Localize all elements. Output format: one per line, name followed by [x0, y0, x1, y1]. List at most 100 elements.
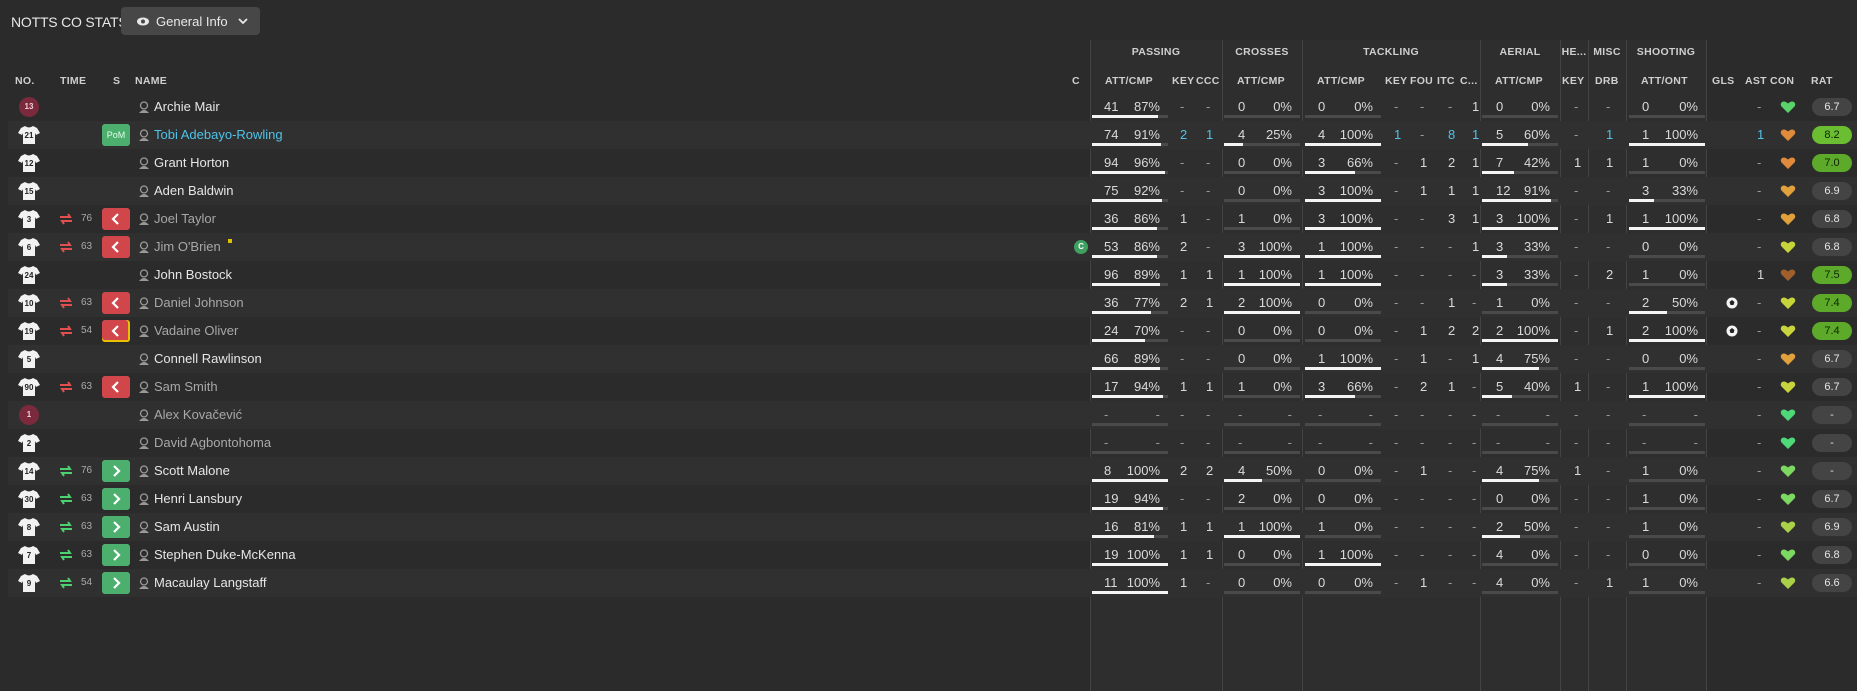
table-row[interactable]: 30 63 Henri Lansbury 19 94% - -2 0% 0 0% - - - -0 0% - -… [8, 485, 1857, 513]
player-name[interactable]: Vadaine Oliver [154, 317, 238, 345]
player-name[interactable]: Grant Horton [154, 149, 229, 177]
rating-badge: 8.2 [1812, 126, 1852, 144]
player-name[interactable]: Macaulay Langstaff [154, 569, 267, 597]
player-name[interactable]: Stephen Duke-McKenna [154, 541, 296, 569]
table-row[interactable]: 1 Alex Kovačević - - - - - - - - - - - - - - - - - - - - [8, 401, 1857, 429]
passing-completion-bar-fill [1092, 395, 1164, 398]
aerial-completion-bar [1482, 143, 1558, 146]
column-header-pass-key[interactable]: KEY [1172, 75, 1195, 87]
table-row[interactable]: 2 David Agbontohoma - - - - - - - - - - - - - - - - - - - - [8, 429, 1857, 457]
column-header-aer-att-cmp[interactable]: ATT/CMP [1495, 75, 1543, 87]
passing-completion-bar [1092, 367, 1168, 370]
substituted-on-badge[interactable] [102, 572, 130, 594]
column-header-shot-att-ont[interactable]: ATT/ONT [1641, 75, 1688, 87]
view-dropdown[interactable]: General Info [121, 7, 260, 35]
substituted-on-badge[interactable] [102, 544, 130, 566]
table-row[interactable]: 90 63 Sam Smith 17 94% 1 1 1 0% 3 66% -2 1-5 40% 1-1 10… [8, 373, 1857, 401]
column-header-pass-ccc[interactable]: CCC [1196, 75, 1220, 87]
column-header-pass-att-cmp[interactable]: ATT/CMP [1105, 75, 1153, 87]
player-name[interactable]: Archie Mair [154, 93, 220, 121]
group-header-tackling: TACKLING [1363, 46, 1419, 58]
player-name[interactable]: Sam Smith [154, 373, 218, 401]
assists: - [1757, 575, 1762, 590]
column-header-tack-att-cmp[interactable]: ATT/CMP [1317, 75, 1365, 87]
column-header-he-key[interactable]: KEY [1562, 75, 1585, 87]
table-row[interactable]: 6 63 Jim O'Brien C 53 86% 2-3 100% 1 100% - - -1 3 33%… [8, 233, 1857, 261]
table-row[interactable]: 14 76 Scott Malone 8 100% 2 2 4 50% 0 0% -1- -4 75% 1-… [8, 457, 1857, 485]
substituted-on-badge[interactable] [102, 488, 130, 510]
tackles-key: - [1394, 547, 1399, 562]
tackles-key: - [1394, 379, 1399, 394]
column-header-tack-key[interactable]: KEY [1385, 75, 1408, 87]
player-name[interactable]: Alex Kovačević [154, 401, 242, 429]
column-header-s[interactable]: S [113, 75, 120, 87]
rating-badge: - [1812, 462, 1852, 480]
column-header-tack-c[interactable]: C... [1460, 75, 1478, 87]
player-name[interactable]: Scott Malone [154, 457, 230, 485]
player-name[interactable]: Aden Baldwin [154, 177, 234, 205]
table-row[interactable]: 13 Archie Mair 41 87% - -0 0% 0 0% - - -1 0 0% - -0 0% -6… [8, 93, 1857, 121]
table-row[interactable]: 19 54 Vadaine Oliver 24 70% - -0 0% 0 0% -1 2 2 2 100%… [8, 317, 1857, 345]
player-name[interactable]: Connell Rawlinson [154, 345, 262, 373]
squad-number: 30 [24, 495, 34, 504]
clearances: - [1472, 379, 1477, 394]
rating-badge: 6.7 [1812, 378, 1852, 396]
column-header-tack-itc[interactable]: ITC [1437, 75, 1455, 87]
table-row[interactable]: 7 63 Stephen Duke-McKenna 19 100% 1 1 0 0% 1 100% -… [8, 541, 1857, 569]
table-row[interactable]: 24 John Bostock 96 89% 1 1 1 100% 1 100% - - - -3 33% -… [8, 261, 1857, 289]
condition-heart-icon [1780, 408, 1796, 422]
player-name[interactable]: Henri Lansbury [154, 485, 242, 513]
table-row[interactable]: 9 54 Macaulay Langstaff 11 100% 1-0 0% 0 0% -1- -4… [8, 569, 1857, 597]
passing-completion-bar-fill [1092, 255, 1158, 258]
substituted-off-badge[interactable] [102, 208, 130, 230]
table-row[interactable]: 8 63 Sam Austin 16 81% 1 1 1 100% 1 0% - - - -2 50% - -1 0… [8, 513, 1857, 541]
dribbles: - [1606, 239, 1611, 254]
column-header-no[interactable]: NO. [15, 75, 35, 87]
substituted-off-badge[interactable] [102, 292, 130, 314]
player-name[interactable]: Jim O'Brien [154, 233, 221, 261]
interceptions: 1 [1448, 379, 1456, 394]
substituted-off-badge[interactable] [102, 320, 130, 342]
clearances: 2 [1472, 323, 1480, 338]
column-header-gls[interactable]: GLS [1712, 75, 1735, 87]
table-row[interactable]: 5 Connell Rawlinson 66 89% - -0 0% 1 100% -1-1 4 75… [8, 345, 1857, 373]
squad-number: 90 [24, 383, 34, 392]
shots-on-target-bar [1629, 339, 1705, 342]
player-name[interactable]: Daniel Johnson [154, 289, 244, 317]
crosses-completion-bar [1224, 171, 1300, 174]
condition-heart-icon [1780, 492, 1796, 506]
substituted-off-badge[interactable] [102, 236, 130, 258]
squad-number: 7 [26, 551, 32, 560]
player-name[interactable]: John Bostock [154, 261, 232, 289]
column-header-tack-fou[interactable]: FOU [1410, 75, 1433, 87]
player-name[interactable]: Tobi Adebayo-Rowling [154, 121, 283, 149]
substituted-on-badge[interactable] [102, 460, 130, 482]
passing-key: - [1180, 99, 1185, 114]
column-header-misc-drb[interactable]: DRB [1595, 75, 1619, 87]
table-row[interactable]: 3 76 Joel Taylor 36 86% 1-1 0% 3 100% - -3 1 3 100% -1… [8, 205, 1857, 233]
substituted-on-badge[interactable] [102, 516, 130, 538]
passing-key: 2 [1180, 295, 1188, 310]
column-header-rat[interactable]: RAT [1811, 75, 1833, 87]
passing-key: 1 [1180, 267, 1188, 282]
squad-number: 3 [26, 215, 32, 224]
player-name[interactable]: Joel Taylor [154, 205, 216, 233]
column-header-con[interactable]: CON [1770, 75, 1794, 87]
table-row[interactable]: 10 63 Daniel Johnson 36 77% 2 1 2 100% 0 0% - -1-1 0%… [8, 289, 1857, 317]
table-row[interactable]: 21 PoM Tobi Adebayo-Rowling 74 91% 2 1 4 25% 4 100… [8, 121, 1857, 149]
view-dropdown-label: General Info [156, 13, 228, 29]
tackles-key: - [1394, 463, 1399, 478]
column-header-c[interactable]: C [1072, 75, 1080, 87]
table-row[interactable]: 15 Aden Baldwin 75 92% - -0 0% 3 100% -1 1 1 12 91% - -… [8, 177, 1857, 205]
column-header-name[interactable]: NAME [135, 75, 167, 87]
player-name[interactable]: David Agbontohoma [154, 429, 271, 457]
aerial-completion-bar [1482, 255, 1558, 258]
player-name[interactable]: Sam Austin [154, 513, 220, 541]
substituted-off-badge[interactable] [102, 376, 130, 398]
table-row[interactable]: 12 Grant Horton 94 96% - -0 0% 3 66% -1 2 1 7 42% 1 1 1 0… [8, 149, 1857, 177]
aerial-completion-bar-fill [1482, 535, 1520, 538]
column-header-cross-att-cmp[interactable]: ATT/CMP [1237, 75, 1285, 87]
column-header-ast[interactable]: AST [1745, 75, 1767, 87]
tackles-key: - [1394, 155, 1399, 170]
column-header-time[interactable]: TIME [60, 75, 86, 87]
